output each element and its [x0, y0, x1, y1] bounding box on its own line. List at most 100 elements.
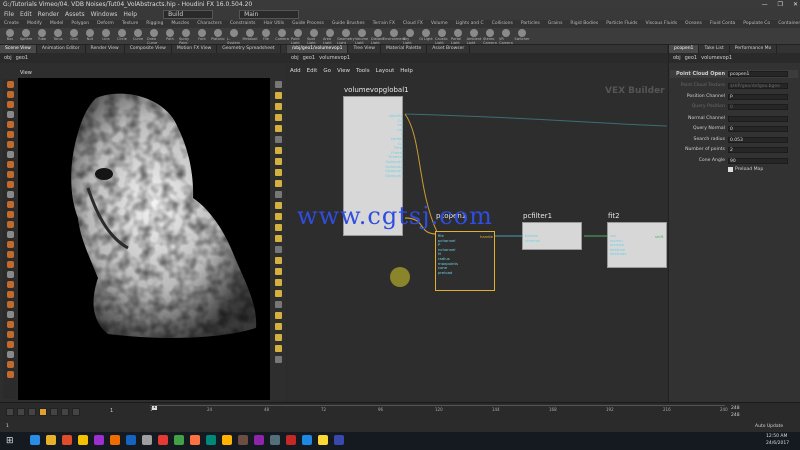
viewport-tool-icon[interactable] [6, 161, 14, 168]
viewport-tool-icon[interactable] [6, 321, 14, 328]
display-option-icon[interactable] [274, 246, 282, 253]
param-path-geo1[interactable]: geo1 [685, 55, 698, 61]
param-field[interactable]: 0 [728, 125, 788, 132]
windows-start-icon[interactable]: ⊞ [6, 436, 14, 446]
end-frame[interactable]: 1 [6, 424, 9, 429]
range-end[interactable]: 248 [731, 406, 740, 411]
network-menu-item[interactable]: Go [323, 68, 331, 78]
shelf-tool[interactable]: Environment [383, 28, 405, 44]
shelf-tab[interactable]: Characters [193, 20, 226, 28]
desktop-selector[interactable]: Build [163, 10, 214, 19]
taskbar-app-icon[interactable] [110, 435, 120, 445]
display-option-icon[interactable] [274, 356, 282, 363]
pane-tab[interactable]: Scene View [0, 45, 37, 53]
step-forward-button[interactable] [61, 408, 69, 416]
viewport-tool-icon[interactable] [6, 251, 14, 258]
taskbar-app-icon[interactable] [190, 435, 200, 445]
viewport-tool-icon[interactable] [6, 311, 14, 318]
shelf-tool[interactable]: GI Light [419, 28, 433, 44]
display-option-icon[interactable] [274, 81, 282, 88]
network-menu-item[interactable]: Tools [356, 68, 370, 78]
shelf-tool[interactable]: Box [3, 28, 17, 44]
param-field[interactable]: P [728, 93, 788, 100]
taskbar-app-icon[interactable] [142, 435, 152, 445]
shelf-tab[interactable]: Deform [93, 20, 118, 28]
shelf-tab[interactable]: Hair Utils [260, 20, 289, 28]
viewport[interactable] [18, 78, 270, 400]
stop-button[interactable] [39, 408, 47, 416]
shelf-tool[interactable]: Curve [131, 28, 145, 44]
viewport-tool-icon[interactable] [6, 351, 14, 358]
display-option-icon[interactable] [274, 158, 282, 165]
network-menu-item[interactable]: Layout [376, 68, 395, 78]
param-field[interactable]: 2 [728, 146, 788, 153]
shelf-tab[interactable]: Modify [23, 20, 46, 28]
path-obj[interactable]: obj [4, 55, 12, 61]
shelf-tab[interactable]: Volume [427, 20, 452, 28]
pane-tab[interactable]: Geometry Spreadsheet [217, 45, 281, 53]
shelf-tool[interactable]: Spot Light [307, 28, 321, 44]
viewport-tool-icon[interactable] [6, 231, 14, 238]
display-option-icon[interactable] [274, 202, 282, 209]
taskbar-app-icon[interactable] [254, 435, 264, 445]
shelf-tab[interactable]: Rigging [142, 20, 167, 28]
current-frame[interactable]: 1 [110, 408, 113, 414]
net-path-obj[interactable]: obj [291, 55, 299, 61]
display-option-icon[interactable] [274, 114, 282, 121]
taskbar-app-icon[interactable] [158, 435, 168, 445]
display-option-icon[interactable] [274, 92, 282, 99]
pane-tab[interactable]: Animation Editor [37, 45, 86, 53]
viewport-tool-icon[interactable] [6, 281, 14, 288]
viewport-tool-icon[interactable] [6, 371, 14, 378]
display-option-icon[interactable] [274, 103, 282, 110]
node-port[interactable]: pchannel [438, 238, 458, 244]
pane-tab[interactable]: Take List [699, 45, 730, 53]
viewport-tool-icon[interactable] [6, 81, 14, 88]
pane-tab[interactable]: /obj/geo1/volumevop1 [287, 45, 349, 53]
shelf-tab[interactable]: Populate Co [739, 20, 774, 28]
pane-tab[interactable]: Render View [86, 45, 125, 53]
viewport-tool-icon[interactable] [6, 101, 14, 108]
taskbar-app-icon[interactable] [270, 435, 280, 445]
viewport-tool-icon[interactable] [6, 361, 14, 368]
display-option-icon[interactable] [274, 224, 282, 231]
menu-render[interactable]: Render [38, 11, 59, 18]
viewport-tool-icon[interactable] [6, 181, 14, 188]
node-name-field[interactable]: pcopen1 [728, 71, 788, 77]
display-option-icon[interactable] [274, 191, 282, 198]
step-back-button[interactable] [17, 408, 25, 416]
display-option-icon[interactable] [274, 257, 282, 264]
viewport-tool-icon[interactable] [6, 91, 14, 98]
taskbar-app-icon[interactable] [174, 435, 184, 445]
shelf-tool[interactable]: Stereo Camera [483, 28, 497, 44]
shelf-tool[interactable]: Path [163, 28, 177, 44]
display-option-icon[interactable] [274, 290, 282, 297]
network-menu-item[interactable]: View [337, 68, 350, 78]
shelf-tool[interactable]: Sky Light [403, 28, 417, 44]
display-option-icon[interactable] [274, 301, 282, 308]
viewport-tool-icon[interactable] [6, 241, 14, 248]
taskbar-app-icon[interactable] [238, 435, 248, 445]
shelf-tool[interactable]: Sphere [19, 28, 33, 44]
shelf-tab[interactable]: Texture [118, 20, 142, 28]
shelf-tab[interactable]: Create [0, 20, 23, 28]
shelf-tab[interactable]: Guide Process [288, 20, 328, 28]
shelf-tool[interactable]: Ambient Light [467, 28, 481, 44]
viewport-tool-icon[interactable] [6, 261, 14, 268]
shelf-tool[interactable]: Font [195, 28, 209, 44]
pane-tab[interactable]: Tree View [348, 45, 381, 53]
shelf-tool[interactable]: Tube [35, 28, 49, 44]
preload-checkbox[interactable] [728, 167, 733, 172]
taskbar-app-icon[interactable] [334, 435, 344, 445]
shelf-tool[interactable]: Point Light [291, 28, 305, 44]
shelf-tool[interactable]: Null [83, 28, 97, 44]
shelf-tool[interactable]: Camera [275, 28, 289, 44]
net-path-volumevop1[interactable]: volumevop1 [319, 55, 350, 61]
shelf-tab[interactable]: Polygon [67, 20, 93, 28]
node-port[interactable]: OpInput4 [383, 173, 403, 179]
shelf-tab[interactable]: Particles [517, 20, 544, 28]
viewport-tool-icon[interactable] [6, 301, 14, 308]
viewport-tool-icon[interactable] [6, 131, 14, 138]
play-reverse-button[interactable] [28, 408, 36, 416]
shelf-tool[interactable]: Torus [51, 28, 65, 44]
